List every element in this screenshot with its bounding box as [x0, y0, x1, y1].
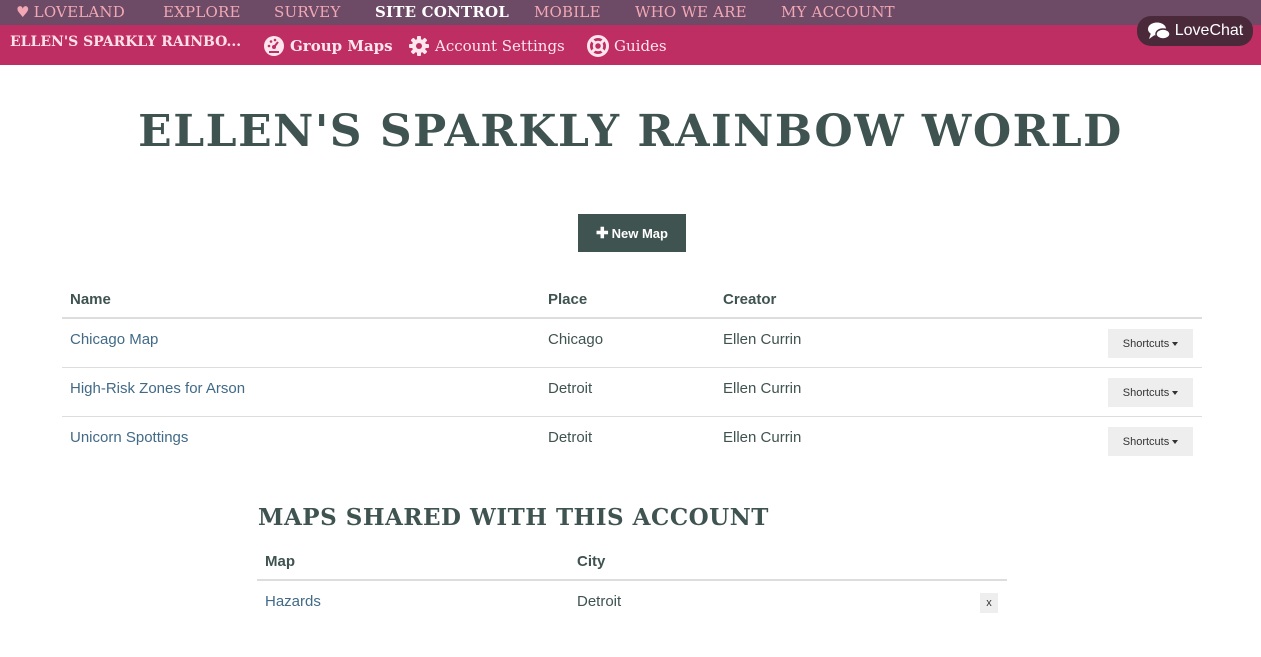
shortcuts-label: Shortcuts [1122, 386, 1170, 399]
table-row: Chicago Map Chicago Ellen Currin Shortcu… [62, 319, 1202, 368]
remove-shared-map-button[interactable]: x [980, 593, 998, 613]
column-header-place: Place [548, 291, 588, 308]
caret-down-icon [1172, 439, 1179, 444]
top-navigation: ♥ LOVELAND EXPLORE SURVEY SITE CONTROL MO… [0, 0, 1261, 25]
table-row: High-Risk Zones for Arson Detroit Ellen … [62, 368, 1202, 417]
nav-item-loveland[interactable]: ♥ LOVELAND [16, 3, 125, 21]
lovechat-label: LoveChat [1174, 22, 1244, 39]
map-place: Detroit [548, 429, 593, 446]
shortcuts-label: Shortcuts [1122, 337, 1170, 350]
caret-down-icon [1172, 341, 1179, 346]
shortcuts-dropdown-button[interactable]: Shortcuts [1108, 427, 1193, 456]
column-header-city: City [577, 553, 606, 570]
table-header: Name Place Creator [62, 282, 1202, 319]
map-name-link[interactable]: Unicorn Spottings [70, 429, 188, 446]
subnav-guides[interactable]: Guides [587, 34, 667, 58]
nav-item-survey[interactable]: SURVEY [274, 3, 341, 21]
new-map-label: New Map [611, 225, 668, 241]
nav-item-mobile[interactable]: MOBILE [534, 3, 601, 21]
group-name-link[interactable]: ELLEN'S SPARKLY RAINBO... [10, 34, 241, 50]
lovechat-button[interactable]: LoveChat [1137, 16, 1253, 46]
shared-maps-table: Map City Hazards Detroit x [257, 544, 1007, 630]
map-creator: Ellen Currin [723, 380, 802, 397]
chat-bubbles-icon [1147, 21, 1171, 41]
map-creator: Ellen Currin [723, 331, 802, 348]
subnav-group-maps[interactable]: Group Maps [263, 34, 393, 58]
shared-map-city: Detroit [577, 593, 622, 610]
map-name-link[interactable]: High-Risk Zones for Arson [70, 380, 245, 397]
table-row: Unicorn Spottings Detroit Ellen Currin S… [62, 417, 1202, 466]
nav-item-site-control[interactable]: SITE CONTROL [375, 3, 509, 21]
lifebuoy-icon [587, 35, 609, 57]
column-header-creator: Creator [723, 291, 777, 308]
group-maps-table: Name Place Creator Chicago Map Chicago E… [62, 282, 1202, 466]
table-header: Map City [257, 544, 1007, 581]
heart-icon: ♥ [16, 3, 30, 21]
dashboard-icon [263, 35, 285, 57]
caret-down-icon [1172, 390, 1179, 395]
subnav-link-label: Group Maps [290, 37, 393, 55]
nav-item-explore[interactable]: EXPLORE [163, 3, 241, 21]
subnav-link-label: Guides [614, 37, 667, 55]
shortcuts-dropdown-button[interactable]: Shortcuts [1108, 329, 1193, 358]
shortcuts-dropdown-button[interactable]: Shortcuts [1108, 378, 1193, 407]
nav-item-label: LOVELAND [33, 3, 125, 21]
sub-navigation: ELLEN'S SPARKLY RAINBO... Group Maps Acc… [0, 25, 1261, 65]
shared-maps-heading: MAPS SHARED WITH THIS ACCOUNT [258, 504, 769, 531]
column-header-map: Map [265, 553, 295, 570]
nav-item-who-we-are[interactable]: WHO WE ARE [635, 3, 747, 21]
map-creator: Ellen Currin [723, 429, 802, 446]
shared-map-link[interactable]: Hazards [265, 593, 321, 610]
map-place: Chicago [548, 331, 604, 348]
table-row: Hazards Detroit [257, 581, 1007, 630]
subnav-account-settings[interactable]: Account Settings [408, 34, 565, 58]
map-name-link[interactable]: Chicago Map [70, 331, 158, 348]
map-place: Detroit [548, 380, 593, 397]
page-title: ELLEN'S SPARKLY RAINBOW WORLD [138, 106, 1123, 157]
gear-icon [408, 35, 430, 57]
shortcuts-label: Shortcuts [1122, 435, 1170, 448]
column-header-name: Name [70, 291, 111, 308]
new-map-button[interactable]: ✚ New Map [578, 214, 686, 252]
nav-item-my-account[interactable]: MY ACCOUNT [781, 3, 895, 21]
subnav-link-label: Account Settings [435, 37, 565, 55]
plus-icon: ✚ [596, 225, 609, 242]
